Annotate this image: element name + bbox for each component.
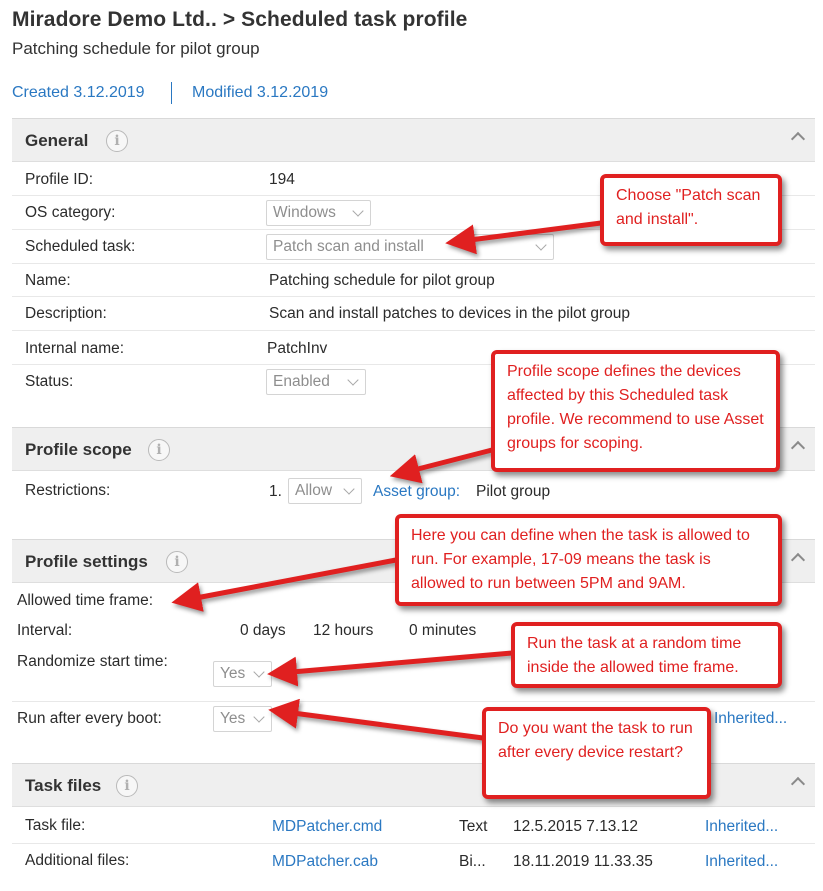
restriction-mode-value: Allow <box>295 482 333 499</box>
os-category-label: OS category: <box>25 204 116 221</box>
callout-scope: Profile scope defines the devices affect… <box>491 350 780 472</box>
section-general-header[interactable]: General i <box>12 118 815 162</box>
profile-id-value: 194 <box>269 171 295 188</box>
status-select[interactable]: Enabled <box>266 369 366 395</box>
chevron-down-icon <box>347 374 359 386</box>
task-file-label: Task file: <box>25 817 86 834</box>
modified-link[interactable]: Modified 3.12.2019 <box>192 84 328 102</box>
chevron-up-icon[interactable] <box>790 440 806 456</box>
callout-timeframe: Here you can define when the task is all… <box>395 514 782 606</box>
page-subtitle: Patching schedule for pilot group <box>12 39 260 58</box>
description-label: Description: <box>25 305 107 322</box>
chevron-up-icon[interactable] <box>790 776 806 792</box>
chevron-down-icon <box>352 205 364 217</box>
randomize-select[interactable]: Yes <box>213 661 272 687</box>
chevron-down-icon <box>535 239 547 251</box>
run-after-boot-value: Yes <box>220 710 246 727</box>
status-value: Enabled <box>273 373 330 390</box>
restrictions-label: Restrictions: <box>25 482 111 499</box>
asset-group-link[interactable]: Asset group: <box>373 483 460 501</box>
task-file-date: 12.5.2015 7.13.12 <box>513 818 638 835</box>
restriction-mode-select[interactable]: Allow <box>288 478 362 504</box>
row-restrictions: Restrictions: 1. Allow Asset group: Pilo… <box>12 472 815 510</box>
scheduled-task-label: Scheduled task: <box>25 238 136 255</box>
callout-patch: Choose "Patch scan and install". <box>600 174 782 246</box>
asset-group-value: Pilot group <box>476 483 551 500</box>
chevron-up-icon[interactable] <box>790 131 806 147</box>
section-settings-title: Profile settings <box>25 552 148 571</box>
scheduled-task-select[interactable]: Patch scan and install <box>266 234 554 260</box>
info-icon[interactable]: i <box>166 551 188 573</box>
table-row: Additional files: MDPatcher.cab Bi... 18… <box>12 844 815 880</box>
run-after-boot-inherited-link[interactable]: Inherited... <box>714 710 787 728</box>
chevron-down-icon <box>343 483 355 495</box>
info-icon[interactable]: i <box>148 439 170 461</box>
row-description: Description: Scan and install patches to… <box>12 297 815 331</box>
chevron-down-icon <box>253 711 265 723</box>
task-file-link[interactable]: MDPatcher.cmd <box>272 818 382 836</box>
scheduled-task-value: Patch scan and install <box>273 238 424 255</box>
chevron-up-icon[interactable] <box>790 552 806 568</box>
info-icon[interactable]: i <box>106 130 128 152</box>
name-label: Name: <box>25 272 71 289</box>
additional-file-link[interactable]: MDPatcher.cab <box>272 853 378 871</box>
internal-name-label: Internal name: <box>25 340 125 357</box>
task-file-type: Text <box>459 818 488 835</box>
run-after-boot-select[interactable]: Yes <box>213 706 272 732</box>
time-frame-label: Allowed time frame: <box>17 592 154 609</box>
os-category-value: Windows <box>273 204 336 221</box>
additional-file-inherited-link[interactable]: Inherited... <box>705 853 778 871</box>
interval-hours: 12 hours <box>313 622 374 639</box>
interval-minutes: 0 minutes <box>409 622 477 639</box>
callout-random: Run the task at a random time inside the… <box>511 622 782 688</box>
interval-days: 0 days <box>240 622 286 639</box>
randomize-value: Yes <box>220 665 246 682</box>
table-row: Task file: MDPatcher.cmd Text 12.5.2015 … <box>12 808 815 844</box>
section-general-title: General <box>25 131 89 150</box>
interval-label: Interval: <box>17 622 73 639</box>
info-icon[interactable]: i <box>116 775 138 797</box>
status-label: Status: <box>25 373 74 390</box>
section-scope-title: Profile scope <box>25 440 132 459</box>
additional-file-date: 18.11.2019 11.33.35 <box>513 853 653 870</box>
run-after-boot-label: Run after every boot: <box>17 710 162 727</box>
callout-boot: Do you want the task to run after every … <box>482 707 711 799</box>
task-file-inherited-link[interactable]: Inherited... <box>705 818 778 836</box>
os-category-select[interactable]: Windows <box>266 200 371 226</box>
chevron-down-icon <box>253 666 265 678</box>
meta-separator <box>171 82 172 104</box>
row-name: Name: Patching schedule for pilot group <box>12 264 815 297</box>
description-value: Scan and install patches to devices in t… <box>269 305 631 322</box>
additional-file-type: Bi... <box>459 853 486 870</box>
randomize-label: Randomize start time: <box>17 653 168 670</box>
restriction-index: 1. <box>269 483 282 500</box>
created-link[interactable]: Created 3.12.2019 <box>12 84 145 102</box>
name-value: Patching schedule for pilot group <box>269 272 495 289</box>
profile-id-label: Profile ID: <box>25 171 94 188</box>
additional-files-label: Additional files: <box>25 852 130 869</box>
internal-name-value: PatchInv <box>267 340 328 357</box>
section-task-files-title: Task files <box>25 776 102 795</box>
page-title: Miradore Demo Ltd.. > Scheduled task pro… <box>12 8 468 31</box>
